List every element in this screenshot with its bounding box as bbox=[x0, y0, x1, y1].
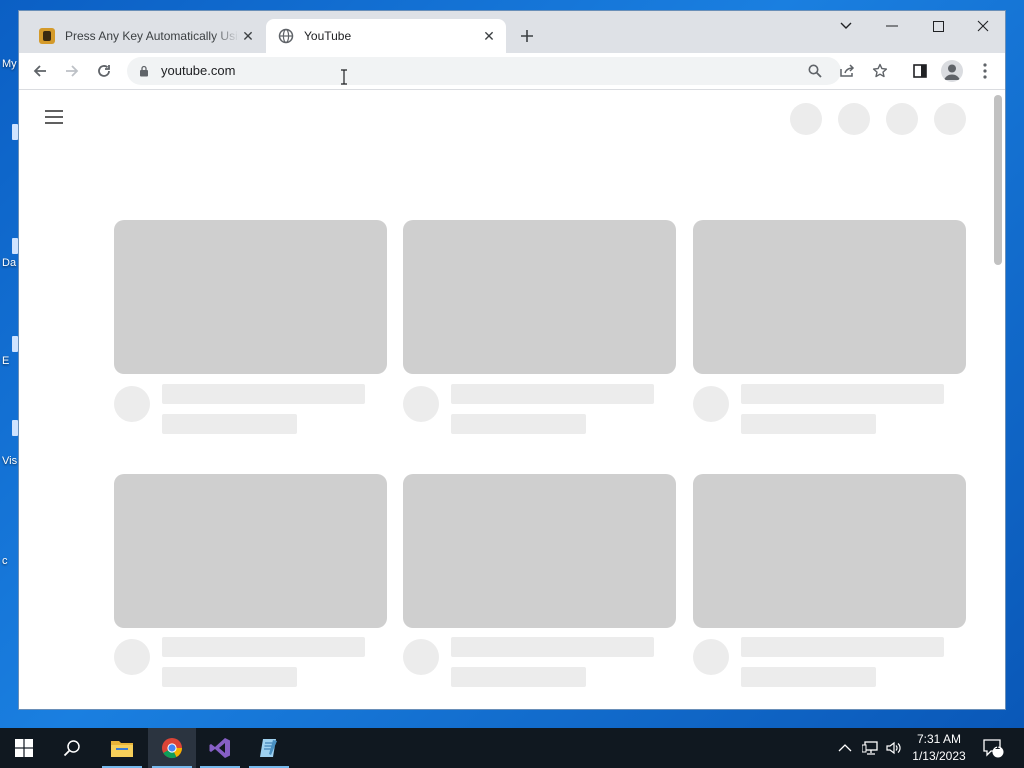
desktop-icon-label[interactable]: E bbox=[2, 355, 9, 367]
taskbar: 7:31 AM 1/13/2023 1 bbox=[0, 728, 1024, 768]
close-icon bbox=[977, 20, 989, 32]
tab-search-button[interactable] bbox=[823, 11, 869, 41]
video-meta-placeholder bbox=[451, 414, 586, 434]
channel-avatar-placeholder bbox=[114, 639, 150, 675]
video-thumbnail-placeholder bbox=[114, 220, 387, 374]
video-title-placeholder bbox=[741, 384, 944, 404]
close-tab-icon[interactable]: ✕ bbox=[480, 27, 498, 45]
file-explorer-icon[interactable] bbox=[98, 728, 146, 768]
profile-avatar-icon[interactable] bbox=[941, 60, 963, 82]
video-thumbnail-placeholder bbox=[403, 220, 676, 374]
video-title-placeholder bbox=[451, 384, 654, 404]
globe-icon bbox=[278, 28, 294, 44]
forward-button[interactable] bbox=[59, 58, 85, 84]
volume-icon[interactable] bbox=[886, 728, 902, 768]
tab-search-icon bbox=[840, 22, 852, 29]
close-window-button[interactable] bbox=[960, 11, 1005, 41]
kebab-menu-icon[interactable] bbox=[973, 59, 997, 83]
arrow-right-icon bbox=[66, 65, 79, 77]
clock-time: 7:31 AM bbox=[916, 732, 962, 746]
video-meta-placeholder bbox=[162, 414, 297, 434]
desktop-icon-label[interactable]: Vis bbox=[2, 455, 17, 467]
channel-avatar-placeholder bbox=[114, 386, 150, 422]
tab-strip: Press Any Key Automatically Using AutoHo… bbox=[19, 11, 1005, 53]
video-thumbnail-placeholder bbox=[403, 474, 676, 628]
tab-autohotkey[interactable]: Press Any Key Automatically Using AutoHo… bbox=[31, 19, 265, 53]
arrow-left-icon bbox=[33, 65, 46, 77]
reload-button[interactable] bbox=[91, 58, 117, 84]
maximize-button[interactable] bbox=[915, 11, 961, 41]
channel-avatar-placeholder bbox=[693, 386, 729, 422]
video-meta-placeholder bbox=[741, 414, 876, 434]
clock-date: 1/13/2023 bbox=[912, 749, 966, 763]
header-placeholder-circle bbox=[934, 103, 966, 135]
notification-count-badge: 1 bbox=[995, 741, 1001, 751]
search-icon[interactable] bbox=[803, 59, 827, 83]
header-placeholder-circle bbox=[838, 103, 870, 135]
notepad-icon[interactable] bbox=[245, 728, 293, 768]
plus-icon bbox=[521, 30, 533, 42]
windows-start-icon[interactable] bbox=[0, 728, 48, 768]
back-button[interactable] bbox=[27, 58, 53, 84]
video-title-placeholder bbox=[162, 384, 365, 404]
address-bar[interactable]: youtube.com bbox=[127, 57, 855, 85]
video-thumbnail-placeholder bbox=[693, 474, 966, 628]
desktop-icon-label[interactable]: c bbox=[2, 555, 8, 567]
channel-avatar-placeholder bbox=[403, 639, 439, 675]
close-tab-icon[interactable]: ✕ bbox=[239, 27, 257, 45]
reload-icon bbox=[98, 65, 110, 77]
video-title-placeholder bbox=[451, 637, 654, 657]
video-title-placeholder bbox=[162, 637, 365, 657]
tab-title: Press Any Key Automatically Using AutoHo… bbox=[65, 29, 239, 43]
autohotkey-icon bbox=[39, 28, 55, 44]
video-meta-placeholder bbox=[741, 667, 876, 687]
desktop-icon-label[interactable]: My bbox=[2, 58, 17, 70]
desktop-icon-label[interactable]: Da bbox=[2, 257, 16, 269]
video-thumbnail-placeholder bbox=[114, 474, 387, 628]
minimize-icon bbox=[886, 25, 898, 27]
chrome-icon[interactable] bbox=[148, 728, 196, 768]
scrollbar-thumb[interactable] bbox=[994, 95, 1002, 265]
chevron-up-icon[interactable] bbox=[838, 728, 852, 768]
star-icon[interactable] bbox=[868, 59, 892, 83]
notification-center-icon[interactable]: 1 bbox=[982, 728, 1004, 768]
lock-icon[interactable] bbox=[139, 65, 149, 77]
network-icon[interactable] bbox=[862, 728, 880, 768]
side-panel-icon[interactable] bbox=[908, 59, 932, 83]
header-placeholder-circle bbox=[790, 103, 822, 135]
youtube-page bbox=[19, 90, 1005, 709]
text-cursor-icon bbox=[341, 69, 347, 85]
channel-avatar-placeholder bbox=[403, 386, 439, 422]
header-placeholder-circle bbox=[886, 103, 918, 135]
maximize-icon bbox=[932, 20, 944, 32]
browser-window: Press Any Key Automatically Using AutoHo… bbox=[18, 10, 1006, 710]
tab-title: YouTube bbox=[304, 29, 352, 43]
channel-avatar-placeholder bbox=[693, 639, 729, 675]
hamburger-icon[interactable] bbox=[45, 110, 63, 124]
video-meta-placeholder bbox=[451, 667, 586, 687]
tab-youtube[interactable]: YouTube ✕ bbox=[266, 19, 506, 53]
url-text[interactable]: youtube.com bbox=[161, 63, 235, 78]
search-icon[interactable] bbox=[48, 728, 96, 768]
video-thumbnail-placeholder bbox=[693, 220, 966, 374]
visual-studio-icon[interactable] bbox=[196, 728, 244, 768]
browser-toolbar: youtube.com bbox=[19, 53, 1005, 90]
video-title-placeholder bbox=[741, 637, 944, 657]
system-clock[interactable]: 7:31 AM 1/13/2023 bbox=[906, 731, 972, 765]
minimize-button[interactable] bbox=[869, 11, 915, 41]
vertical-scrollbar[interactable] bbox=[991, 90, 1005, 709]
video-meta-placeholder bbox=[162, 667, 297, 687]
share-icon[interactable] bbox=[835, 59, 859, 83]
new-tab-button[interactable] bbox=[516, 25, 538, 47]
